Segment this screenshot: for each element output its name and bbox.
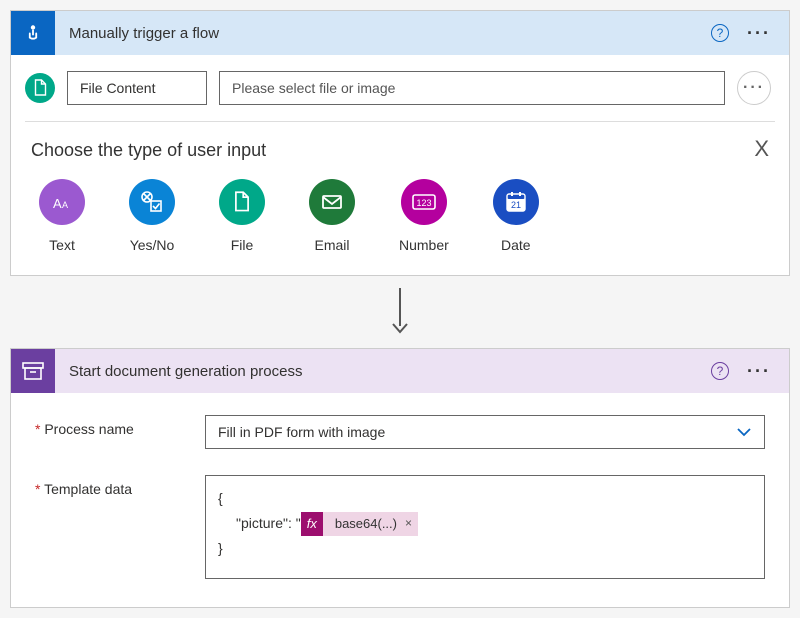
file-icon bbox=[219, 179, 265, 225]
choose-type-title: Choose the type of user input bbox=[31, 140, 769, 161]
file-icon bbox=[25, 73, 55, 103]
type-label: Text bbox=[49, 237, 75, 253]
action-card: Start document generation process ? ··· … bbox=[10, 348, 790, 608]
svg-text:A: A bbox=[53, 196, 62, 211]
process-name-value: Fill in PDF form with image bbox=[218, 424, 385, 440]
process-name-label: Process name bbox=[35, 415, 205, 437]
svg-text:A: A bbox=[62, 200, 68, 210]
type-text[interactable]: AA Text bbox=[39, 179, 85, 253]
expression-token[interactable]: base64(...) × bbox=[323, 512, 418, 536]
more-icon: ··· bbox=[743, 80, 765, 96]
code-key: "picture": " bbox=[236, 511, 301, 536]
chevron-down-icon bbox=[736, 424, 752, 440]
expression-badge: fx bbox=[301, 512, 323, 536]
param-desc-input[interactable]: Please select file or image bbox=[219, 71, 725, 105]
code-line: "picture": " fx base64(...) × bbox=[218, 511, 752, 536]
type-yesno[interactable]: Yes/No bbox=[129, 179, 175, 253]
type-file[interactable]: File bbox=[219, 179, 265, 253]
type-email[interactable]: Email bbox=[309, 179, 355, 253]
param-desc-text: Please select file or image bbox=[232, 80, 395, 96]
type-date[interactable]: 21 Date bbox=[493, 179, 539, 253]
archive-icon bbox=[11, 349, 55, 393]
type-label: Email bbox=[314, 237, 349, 253]
code-brace-open: { bbox=[218, 486, 752, 511]
expression-text: base64(...) bbox=[335, 512, 397, 535]
text-icon: AA bbox=[39, 179, 85, 225]
param-name-text: File Content bbox=[80, 80, 155, 96]
email-icon bbox=[309, 179, 355, 225]
trigger-title: Manually trigger a flow bbox=[69, 25, 711, 42]
svg-text:123: 123 bbox=[416, 198, 431, 208]
type-label: Number bbox=[399, 237, 449, 253]
trigger-card: Manually trigger a flow ? ··· File Conte… bbox=[10, 10, 790, 276]
number-icon: 123 bbox=[401, 179, 447, 225]
template-data-row: Template data { "picture": " fx base64(.… bbox=[35, 475, 765, 579]
date-icon: 21 bbox=[493, 179, 539, 225]
code-brace-close: } bbox=[218, 536, 752, 561]
trigger-header[interactable]: Manually trigger a flow ? ··· bbox=[11, 11, 789, 55]
flow-connector bbox=[10, 286, 790, 334]
choose-type-panel: Choose the type of user input X AA Text … bbox=[25, 121, 775, 275]
template-data-input[interactable]: { "picture": " fx base64(...) × } bbox=[205, 475, 765, 579]
yesno-icon bbox=[129, 179, 175, 225]
arrow-down-icon bbox=[390, 286, 410, 334]
close-icon[interactable]: X bbox=[754, 136, 769, 162]
help-icon[interactable]: ? bbox=[711, 362, 729, 380]
type-label: Yes/No bbox=[130, 237, 175, 253]
more-icon[interactable]: ··· bbox=[747, 24, 771, 42]
template-data-label: Template data bbox=[35, 475, 205, 497]
help-icon[interactable]: ? bbox=[711, 24, 729, 42]
action-header[interactable]: Start document generation process ? ··· bbox=[11, 349, 789, 393]
process-name-row: Process name Fill in PDF form with image bbox=[35, 415, 765, 449]
param-more-button[interactable]: ··· bbox=[737, 71, 771, 105]
process-name-select[interactable]: Fill in PDF form with image bbox=[205, 415, 765, 449]
type-label: Date bbox=[501, 237, 531, 253]
remove-token-icon[interactable]: × bbox=[405, 513, 412, 535]
action-body: Process name Fill in PDF form with image… bbox=[11, 393, 789, 607]
trigger-param-row: File Content Please select file or image… bbox=[11, 55, 789, 121]
type-label: File bbox=[231, 237, 254, 253]
action-title: Start document generation process bbox=[69, 363, 711, 380]
touch-icon bbox=[11, 11, 55, 55]
more-icon[interactable]: ··· bbox=[747, 362, 771, 380]
type-options: AA Text Yes/No Fil bbox=[31, 179, 769, 253]
param-name-input[interactable]: File Content bbox=[67, 71, 207, 105]
svg-text:21: 21 bbox=[511, 200, 521, 210]
type-number[interactable]: 123 Number bbox=[399, 179, 449, 253]
